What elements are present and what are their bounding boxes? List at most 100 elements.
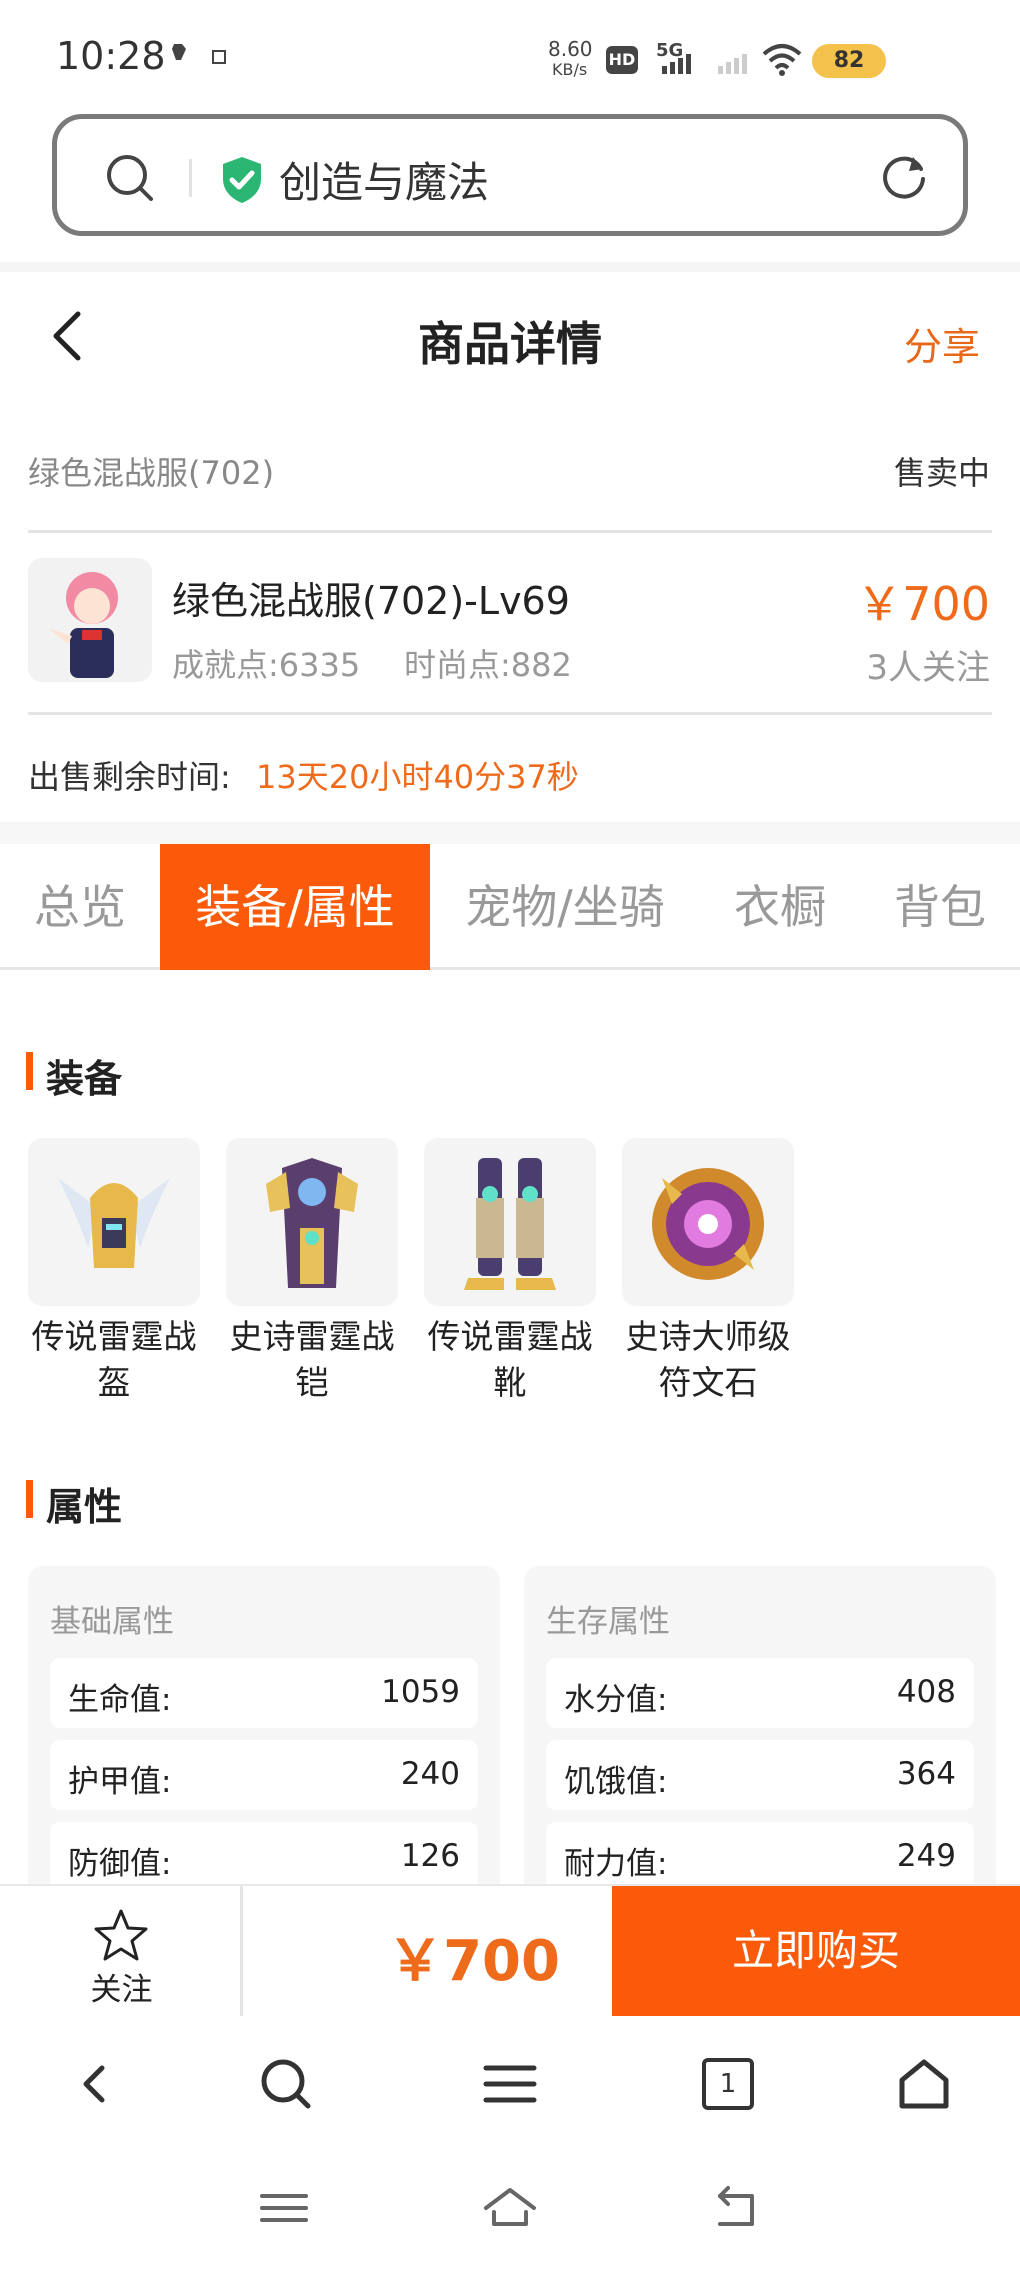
buy-now-button[interactable]: 立即购买 xyxy=(612,1886,1020,2016)
equipment-name: 史诗雷霆战 铠 xyxy=(226,1314,398,1406)
attribute-row: 护甲值: 240 xyxy=(50,1740,478,1810)
product-title: 绿色混战服(702)-Lv69 xyxy=(172,579,570,623)
helmet-icon xyxy=(28,1138,200,1306)
basic-attributes-card: 基础属性 生命值: 1059 护甲值: 240 防御值: 126 xyxy=(28,1566,500,1896)
home-icon[interactable] xyxy=(894,2054,954,2114)
survival-attributes-card: 生存属性 水分值: 408 饥饿值: 364 耐力值: 249 xyxy=(524,1566,996,1896)
section-accent-bar xyxy=(26,1480,33,1518)
card-title: 生存属性 xyxy=(546,1604,670,1640)
card-title: 基础属性 xyxy=(50,1604,174,1640)
separator xyxy=(0,262,1020,272)
equipment-name-line2: 靴 xyxy=(493,1363,527,1402)
status-bar: 10:28 8.60 KB/s HD 5G 82 xyxy=(0,0,1020,110)
browser-back-icon[interactable] xyxy=(66,2054,126,2114)
attribute-key: 防御值: xyxy=(68,1846,172,1882)
star-icon xyxy=(94,1909,148,1961)
attribute-row: 饥饿值: 364 xyxy=(546,1740,974,1810)
sale-status: 售卖中 xyxy=(893,454,990,492)
follow-label: 关注 xyxy=(90,1972,153,2008)
purchase-bar: 关注 ￥700 立即购买 xyxy=(0,1884,1020,2016)
tab-bar: 总览 装备/属性 宠物/坐骑 衣橱 背包 xyxy=(0,844,1020,970)
equipment-item[interactable]: 史诗大师级 符文石 xyxy=(622,1138,794,1406)
divider xyxy=(28,530,992,533)
attribute-value: 126 xyxy=(400,1838,460,1874)
equipment-name-line1: 传说雷霆战 xyxy=(31,1317,197,1356)
attribute-value: 1059 xyxy=(381,1674,460,1710)
attribute-value: 240 xyxy=(400,1756,460,1792)
follow-button[interactable]: 关注 xyxy=(0,1886,243,2016)
address-divider xyxy=(189,159,192,197)
attribute-key: 生命值: xyxy=(68,1682,172,1718)
equipment-name-line1: 史诗大师级 xyxy=(625,1317,791,1356)
attribute-row: 防御值: 126 xyxy=(50,1822,478,1892)
search-icon[interactable] xyxy=(103,151,157,205)
section-title: 装备 xyxy=(46,1057,123,1101)
equipment-item[interactable]: 传说雷霆战 盔 xyxy=(28,1138,200,1406)
attribute-key: 护甲值: xyxy=(68,1764,172,1800)
equipment-name: 史诗大师级 符文石 xyxy=(622,1314,794,1406)
battery-indicator: 82 xyxy=(812,44,886,78)
share-button[interactable]: 分享 xyxy=(904,316,980,371)
system-navigation xyxy=(0,2146,1020,2274)
tab-overview[interactable]: 总览 xyxy=(0,844,160,970)
attribute-key: 耐力值: xyxy=(564,1846,668,1882)
status-time: 10:28 xyxy=(56,34,166,78)
attribute-row: 水分值: 408 xyxy=(546,1658,974,1728)
boots-icon xyxy=(424,1138,596,1306)
signal-icon xyxy=(662,54,691,74)
shield-check-icon xyxy=(223,157,261,203)
section-accent-bar xyxy=(26,1052,33,1090)
net-speed-value: 8.60 xyxy=(548,37,593,61)
follower-count: 3人关注 xyxy=(866,648,990,688)
address-text[interactable]: 创造与魔法 xyxy=(279,149,489,210)
address-bar[interactable]: 创造与魔法 xyxy=(52,114,968,236)
notification-icon xyxy=(172,44,186,60)
tabs-count-icon[interactable]: 1 xyxy=(702,2058,754,2110)
rune-stone-icon xyxy=(622,1138,794,1306)
remaining-time-label: 出售剩余时间: xyxy=(28,758,231,796)
system-home-icon[interactable] xyxy=(480,2178,540,2238)
recent-apps-icon[interactable] xyxy=(254,2178,314,2238)
product-price: ￥700 xyxy=(856,577,990,631)
attribute-row: 生命值: 1059 xyxy=(50,1658,478,1728)
item-name: 绿色混战服(702) xyxy=(28,454,275,492)
remaining-time-value: 13天20小时40分37秒 xyxy=(256,758,579,796)
equipment-item[interactable]: 传说雷霆战 靴 xyxy=(424,1138,596,1406)
tab-pets-mounts[interactable]: 宠物/坐骑 xyxy=(430,844,700,970)
section-title: 属性 xyxy=(46,1485,123,1529)
attribute-row: 耐力值: 249 xyxy=(546,1822,974,1892)
fashion-points: 时尚点:882 xyxy=(404,646,572,684)
equipment-name-line1: 传说雷霆战 xyxy=(427,1317,593,1356)
attribute-value: 364 xyxy=(896,1756,956,1792)
wifi-icon xyxy=(762,44,802,76)
equipment-name-line2: 铠 xyxy=(295,1363,329,1402)
separator xyxy=(0,822,1020,844)
equipment-name-line1: 史诗雷霆战 xyxy=(229,1317,395,1356)
tab-backpack[interactable]: 背包 xyxy=(860,844,1020,970)
system-back-icon[interactable] xyxy=(706,2178,766,2238)
achievement-points: 成就点:6335 xyxy=(172,646,361,684)
browser-toolbar: 1 xyxy=(0,2016,1020,2146)
equipment-name: 传说雷霆战 盔 xyxy=(28,1314,200,1406)
attribute-value: 408 xyxy=(896,1674,956,1710)
equipment-name-line2: 盔 xyxy=(97,1363,131,1402)
reload-icon[interactable] xyxy=(877,149,931,203)
buy-price: ￥700 xyxy=(387,1929,560,1994)
tab-equipment-attributes[interactable]: 装备/属性 xyxy=(160,844,430,970)
hd-icon: HD xyxy=(606,46,638,74)
attribute-key: 水分值: xyxy=(564,1682,668,1718)
equipment-name-line2: 符文石 xyxy=(658,1363,758,1402)
tab-wardrobe[interactable]: 衣橱 xyxy=(700,844,860,970)
menu-icon[interactable] xyxy=(480,2054,540,2114)
divider xyxy=(28,712,992,715)
attribute-value: 249 xyxy=(896,1838,956,1874)
net-speed-unit: KB/s xyxy=(552,60,588,79)
attribute-key: 饥饿值: xyxy=(564,1764,668,1800)
page-header: 商品详情 分享 xyxy=(0,272,1020,402)
character-avatar xyxy=(28,558,152,682)
armor-icon xyxy=(226,1138,398,1306)
notification-small-icon xyxy=(212,50,226,64)
equipment-item[interactable]: 史诗雷霆战 铠 xyxy=(226,1138,398,1406)
equipment-name: 传说雷霆战 靴 xyxy=(424,1314,596,1406)
browser-search-icon[interactable] xyxy=(256,2054,316,2114)
